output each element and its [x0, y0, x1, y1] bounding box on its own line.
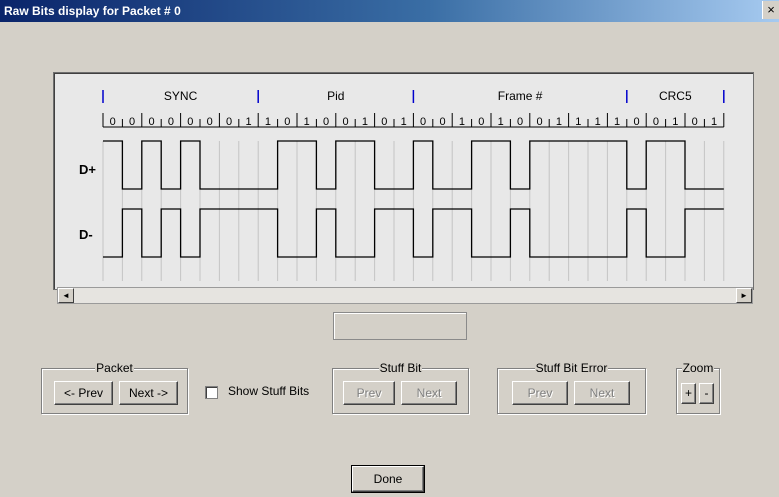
stuff-bit-group: Stuff Bit Prev Next: [332, 361, 469, 414]
signal-label-dminus: D-: [79, 227, 93, 242]
bit-value: 1: [362, 116, 368, 128]
scroll-left-icon[interactable]: ◄: [58, 288, 74, 303]
bit-value: 1: [401, 116, 407, 128]
stuff-bit-error-group: Stuff Bit Error Prev Next: [497, 361, 646, 414]
bit-value: 1: [672, 116, 678, 128]
bit-value: 0: [187, 116, 193, 128]
stuff-bit-next-button[interactable]: Next: [401, 381, 457, 405]
done-button[interactable]: Done: [352, 466, 424, 492]
stuff-bit-error-group-label: Stuff Bit Error: [534, 361, 609, 375]
stuff-bit-error-prev-button[interactable]: Prev: [512, 381, 568, 405]
done-button-frame: Done: [351, 465, 425, 493]
zoom-group-label: Zoom: [681, 361, 715, 375]
bit-value: 0: [478, 116, 484, 128]
bit-value: 0: [129, 116, 135, 128]
packet-next-button[interactable]: Next ->: [119, 381, 178, 405]
bit-value: 1: [556, 116, 562, 128]
bit-value: 0: [517, 116, 523, 128]
stuff-bit-prev-button[interactable]: Prev: [343, 381, 395, 405]
bit-value: 0: [323, 116, 329, 128]
bit-value: 1: [575, 116, 581, 128]
bit-value: 1: [304, 116, 310, 128]
horizontal-scrollbar[interactable]: ◄ ►: [57, 287, 753, 304]
field-label-sync: SYNC: [164, 89, 198, 103]
bit-value: 1: [498, 116, 504, 128]
bit-value: 0: [536, 116, 542, 128]
close-icon[interactable]: ×: [762, 1, 779, 19]
field-label-pid: Pid: [327, 89, 344, 103]
show-stuff-bits-label[interactable]: Show Stuff Bits: [228, 384, 309, 398]
zoom-in-button[interactable]: +: [681, 383, 696, 404]
bit-value: 1: [459, 116, 465, 128]
window-title: Raw Bits display for Packet # 0: [4, 4, 181, 18]
bit-value: 0: [226, 116, 232, 128]
zoom-out-button[interactable]: -: [699, 383, 714, 404]
dialog-body: SYNC Pid Frame # CRC5 0 0 0 0 0 0 0 1 1 0 1 0 0 1 0 1 0 0 1 0 1 0…: [0, 22, 779, 497]
packet-prev-button[interactable]: <- Prev: [54, 381, 113, 405]
field-label-frame-: Frame #: [498, 89, 543, 103]
bit-value: 0: [420, 116, 426, 128]
signal-label-dplus: D+: [79, 162, 96, 177]
bit-value: 1: [595, 116, 601, 128]
title-bar: Raw Bits display for Packet # 0 ×: [0, 0, 779, 22]
bit-value: 0: [207, 116, 213, 128]
show-stuff-bits-checkbox[interactable]: [205, 386, 218, 399]
dplus-trace: [103, 140, 724, 190]
packet-group-label: Packet: [95, 361, 134, 375]
stuff-bit-group-label: Stuff Bit: [378, 361, 423, 375]
bit-value: 0: [284, 116, 290, 128]
scroll-right-icon[interactable]: ►: [736, 288, 752, 303]
waveform-panel: SYNC Pid Frame # CRC5 0 0 0 0 0 0 0 1 1 0 1 0 0 1 0 1 0 0 1 0 1 0…: [53, 72, 754, 290]
bit-value: 0: [168, 116, 174, 128]
bit-value: 0: [148, 116, 154, 128]
field-label-crc5: CRC5: [659, 89, 692, 103]
bit-value: 0: [110, 116, 116, 128]
dminus-trace: [103, 208, 724, 258]
status-readout: [333, 312, 467, 340]
bit-value: 0: [653, 116, 659, 128]
bit-value: 0: [342, 116, 348, 128]
bit-value: 0: [692, 116, 698, 128]
bit-value: 0: [439, 116, 445, 128]
stuff-bit-error-next-button[interactable]: Next: [574, 381, 630, 405]
bit-value: 1: [614, 116, 620, 128]
bit-value: 1: [265, 116, 271, 128]
bit-value: 1: [711, 116, 717, 128]
bit-value: 0: [633, 116, 639, 128]
packet-group: Packet <- Prev Next ->: [41, 361, 188, 414]
bit-value: 1: [245, 116, 251, 128]
waveform-canvas: SYNC Pid Frame # CRC5 0 0 0 0 0 0 0 1 1 0 1 0 0 1 0 1 0 0 1 0 1 0…: [79, 89, 725, 281]
bit-value: 0: [381, 116, 387, 128]
zoom-group: Zoom + -: [676, 361, 720, 414]
